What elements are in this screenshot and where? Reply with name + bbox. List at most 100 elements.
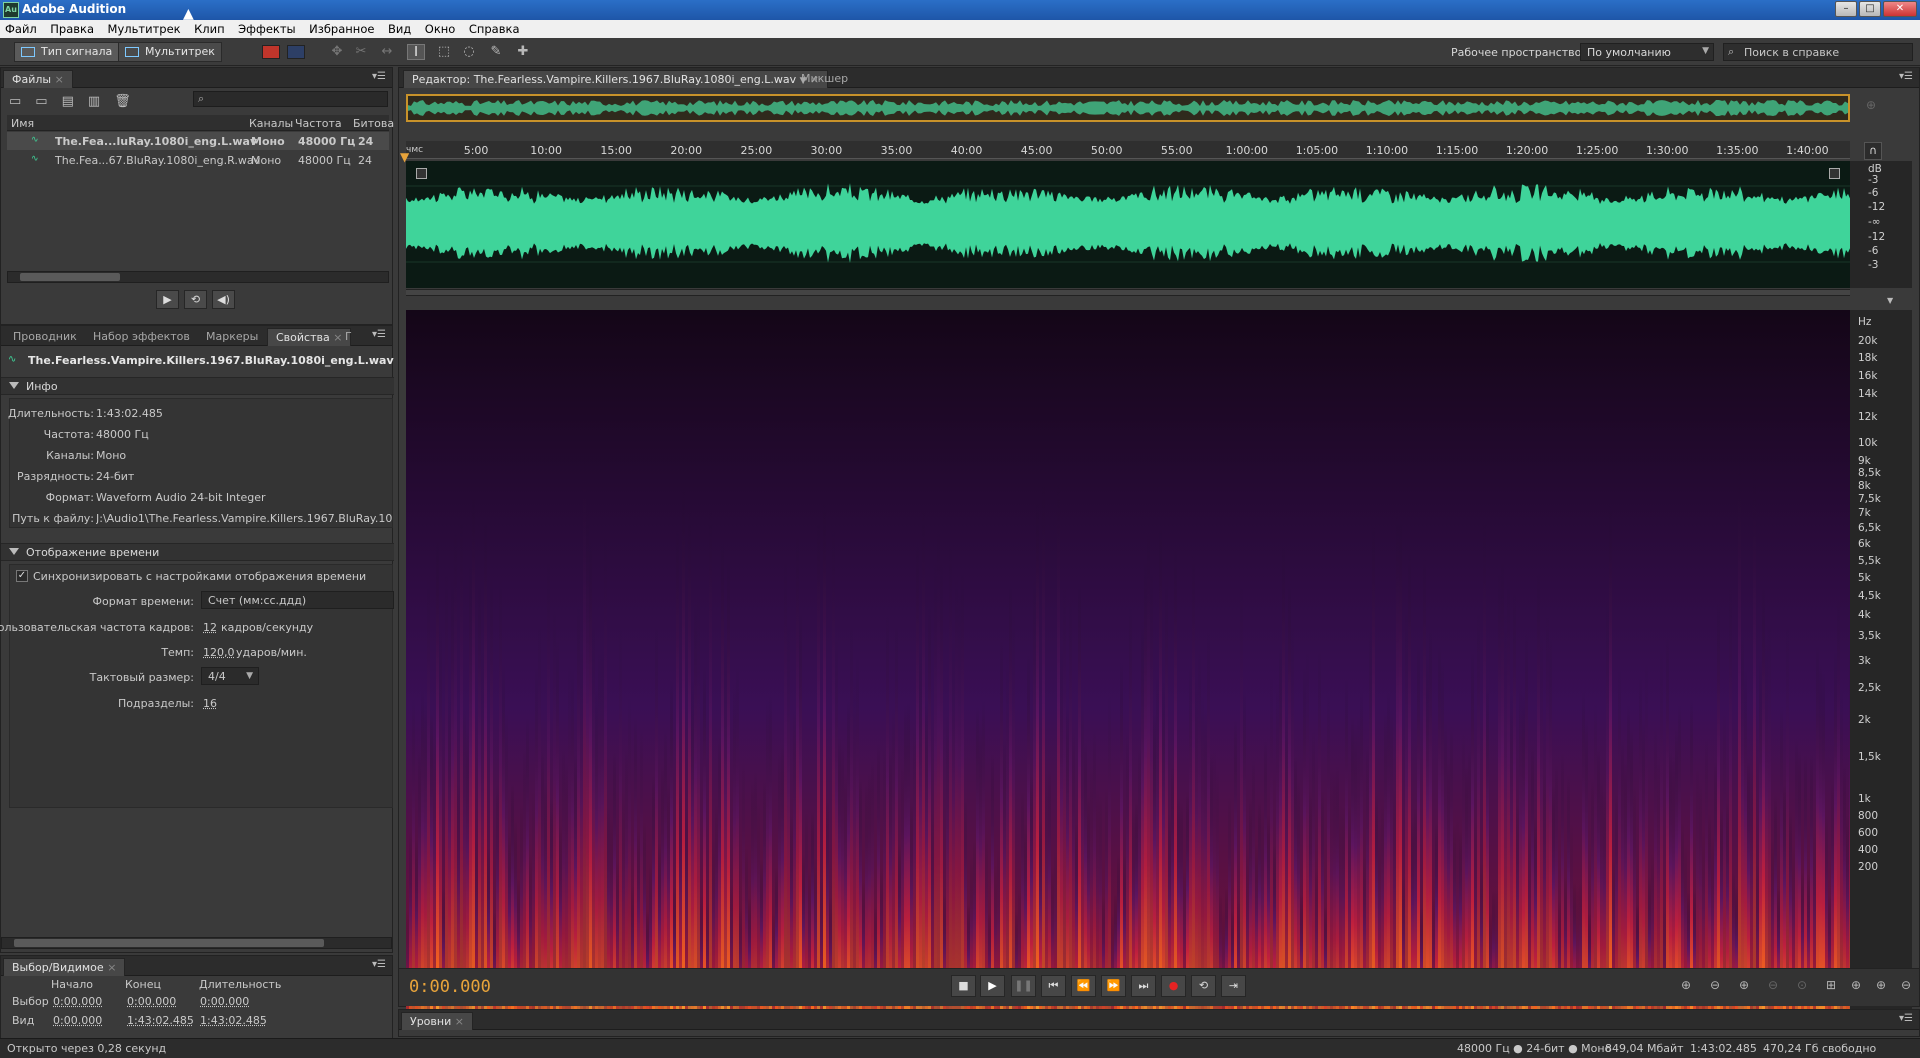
marquee-tool-icon[interactable]: ⬚ bbox=[435, 44, 453, 60]
rewind-button[interactable]: ⏪ bbox=[1071, 975, 1096, 997]
meter-select[interactable]: 4/4 ▼ bbox=[201, 667, 259, 685]
view-duration[interactable]: 1:43:02.485 bbox=[200, 1014, 267, 1027]
preview-loop-button[interactable]: ⟲ bbox=[184, 290, 207, 309]
go-to-start-button[interactable]: ⏮ bbox=[1041, 975, 1066, 997]
help-search-input[interactable]: ⌕ Поиск в справке bbox=[1723, 43, 1913, 61]
multitrack-view-button[interactable]: Мультитрек bbox=[118, 42, 222, 62]
time-ruler[interactable]: чмс 5:00 10:00 15:00 20:00 25:00 30:00 35:00 40… bbox=[406, 141, 1850, 159]
new-file-icon[interactable]: ▤ bbox=[62, 94, 88, 109]
close-icon[interactable]: × bbox=[55, 73, 64, 86]
col-bits[interactable]: Битова bbox=[353, 117, 394, 130]
record-button[interactable]: ● bbox=[1161, 975, 1186, 997]
panel-menu-icon[interactable]: ▾☰ bbox=[372, 71, 386, 82]
col-rate[interactable]: Частота bbox=[295, 117, 342, 130]
tab-editor[interactable]: Редактор: The.Fearless.Vampire.Killers.1… bbox=[403, 70, 829, 88]
maximize-button[interactable]: □ bbox=[1859, 1, 1881, 17]
chevron-down-icon[interactable]: ▼ bbox=[1887, 296, 1893, 305]
menu-clip[interactable]: Клип bbox=[189, 20, 230, 38]
panel-menu-icon[interactable]: ▾☰ bbox=[1899, 71, 1913, 82]
time-selection-tool-icon[interactable]: I bbox=[407, 44, 425, 60]
menu-edit[interactable]: Правка bbox=[45, 20, 99, 38]
skip-selection-button[interactable]: ⇥ bbox=[1221, 975, 1246, 997]
menu-file[interactable]: Файл bbox=[0, 20, 42, 38]
view-end[interactable]: 1:43:02.485 bbox=[127, 1014, 194, 1027]
close-icon[interactable]: × bbox=[107, 961, 116, 974]
waveform-display[interactable] bbox=[406, 161, 1850, 288]
stop-button[interactable]: ■ bbox=[951, 975, 976, 997]
zoom-full-button[interactable]: ⊙ bbox=[1791, 978, 1813, 996]
display-splitter[interactable] bbox=[406, 289, 1850, 296]
zoom-in-right-button[interactable]: ⊕ bbox=[1870, 978, 1892, 996]
lasso-tool-icon[interactable]: ◌ bbox=[460, 44, 478, 60]
tab-selection-view[interactable]: Выбор/Видимое × bbox=[3, 958, 126, 976]
col-name[interactable]: Имя bbox=[11, 117, 34, 130]
play-button[interactable]: ▶ bbox=[980, 975, 1005, 997]
overview-navigator[interactable] bbox=[406, 94, 1850, 122]
scrollbar-thumb[interactable] bbox=[14, 939, 324, 947]
sync-checkbox[interactable]: ✓ bbox=[16, 570, 28, 582]
selection-start[interactable]: 0:00.000 bbox=[53, 995, 102, 1008]
info-section-header[interactable]: Инфо bbox=[1, 377, 394, 395]
pause-button[interactable]: ❚❚ bbox=[1011, 975, 1036, 997]
table-row[interactable]: ∿ The.Fea...67.BluRay.1080i_eng.R.wav Мо… bbox=[7, 151, 389, 169]
tab-files[interactable]: Файлы × bbox=[3, 70, 73, 88]
minimize-button[interactable]: – bbox=[1835, 1, 1857, 17]
scrollbar-thumb[interactable] bbox=[20, 273, 120, 281]
zoom-navigator-icon[interactable]: ⊕ bbox=[1866, 98, 1876, 112]
view-start[interactable]: 0:00.000 bbox=[53, 1014, 102, 1027]
delete-icon[interactable]: 🗑 bbox=[114, 94, 145, 109]
menu-multitrack[interactable]: Мультитрек bbox=[103, 20, 186, 38]
files-horizontal-scrollbar[interactable] bbox=[7, 271, 389, 283]
tab-effects-rack[interactable]: Набор эффектов bbox=[85, 328, 198, 346]
tab-explorer[interactable]: Проводник bbox=[5, 328, 85, 346]
tab-mixer[interactable]: Микшер bbox=[793, 70, 856, 88]
auto-play-button[interactable]: ◀) bbox=[212, 290, 235, 309]
healing-brush-icon[interactable]: ✚ bbox=[514, 44, 532, 60]
fade-out-handle-icon[interactable] bbox=[1829, 168, 1840, 179]
zoom-out-time-button[interactable]: ⊖ bbox=[1762, 978, 1784, 996]
table-row[interactable]: ∿ The.Fea...luRay.1080i_eng.L.wav Моно 4… bbox=[7, 132, 389, 150]
tab-levels[interactable]: Уровни × bbox=[401, 1012, 473, 1030]
subdiv-value[interactable]: 16 bbox=[203, 697, 217, 710]
spectral-display-icon[interactable] bbox=[262, 45, 280, 59]
selection-duration[interactable]: 0:00.000 bbox=[200, 995, 249, 1008]
tab-properties[interactable]: Свойства × bbox=[267, 328, 352, 346]
brush-tool-icon[interactable]: ✎ bbox=[487, 44, 505, 60]
loop-playback-button[interactable]: ⟲ bbox=[1191, 975, 1216, 997]
zoom-out-full-button[interactable]: ⊖ bbox=[1895, 978, 1917, 996]
fade-in-handle-icon[interactable] bbox=[416, 168, 427, 179]
files-search-input[interactable]: ⌕ bbox=[193, 91, 388, 107]
properties-horizontal-scrollbar[interactable] bbox=[1, 937, 392, 949]
tab-more[interactable]: Г bbox=[341, 328, 356, 346]
close-window-button[interactable]: ✕ bbox=[1883, 1, 1917, 17]
menu-favorites[interactable]: Избранное bbox=[304, 20, 379, 38]
import-file-icon[interactable]: ▭ bbox=[35, 94, 61, 109]
go-to-end-button[interactable]: ⏭ bbox=[1131, 975, 1156, 997]
razor-tool-icon[interactable]: ✂ bbox=[352, 44, 370, 60]
zoom-selection-button[interactable]: ⊞ bbox=[1820, 978, 1842, 996]
fps-value[interactable]: 12 bbox=[203, 621, 217, 634]
menu-view[interactable]: Вид bbox=[383, 20, 416, 38]
tab-markers[interactable]: Маркеры bbox=[198, 328, 266, 346]
selection-end[interactable]: 0:00.000 bbox=[127, 995, 176, 1008]
waveform-view-button[interactable]: Тип сигнала bbox=[14, 42, 120, 62]
col-channels[interactable]: Каналы bbox=[249, 117, 293, 130]
panel-menu-icon[interactable]: ▾☰ bbox=[372, 959, 386, 970]
waveform-display-icon[interactable] bbox=[287, 45, 305, 59]
panel-menu-icon[interactable]: ▾☰ bbox=[1899, 1013, 1913, 1024]
preview-play-button[interactable]: ▶ bbox=[156, 290, 179, 309]
zoom-in-time-button[interactable]: ⊕ bbox=[1733, 978, 1755, 996]
tempo-value[interactable]: 120,0 bbox=[203, 646, 235, 659]
open-file-icon[interactable]: ▭ bbox=[9, 94, 35, 109]
insert-into-multitrack-icon[interactable]: ▥ bbox=[88, 94, 114, 109]
close-icon[interactable]: × bbox=[455, 1015, 464, 1028]
panel-menu-icon[interactable]: ▾☰ bbox=[372, 329, 386, 340]
zoom-out-amplitude-button[interactable]: ⊖ bbox=[1704, 978, 1726, 996]
menu-window[interactable]: Окно bbox=[420, 20, 461, 38]
menu-effects[interactable]: Эффекты bbox=[233, 20, 301, 38]
spectral-display[interactable] bbox=[406, 310, 1850, 1033]
current-time-display[interactable]: 0:00.000 bbox=[409, 977, 491, 997]
zoom-in-amplitude-button[interactable]: ⊕ bbox=[1675, 978, 1697, 996]
workspace-select[interactable]: По умолчанию ▼ bbox=[1580, 43, 1714, 61]
zoom-in-left-button[interactable]: ⊕ bbox=[1845, 978, 1867, 996]
